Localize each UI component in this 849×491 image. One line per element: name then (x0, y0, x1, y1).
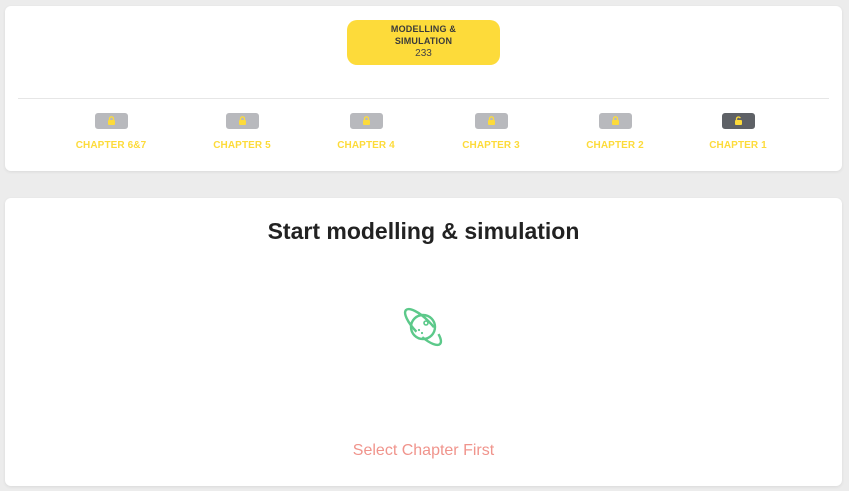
chapter-label: CHAPTER 3 (462, 140, 520, 151)
chapter-5-button[interactable]: CHAPTER 5 (182, 113, 302, 151)
chapter-4-button[interactable]: CHAPTER 4 (306, 113, 426, 151)
chapter-label: CHAPTER 2 (586, 140, 644, 151)
chapter-3-button[interactable]: CHAPTER 3 (431, 113, 551, 151)
chapter-1-button[interactable]: CHAPTER 1 (678, 113, 798, 151)
chapter-selector-card: MODELLING & SIMULATION 233 CHAPTER 6&7 C… (5, 6, 842, 171)
select-chapter-message: Select Chapter First (352, 442, 495, 459)
unlock-icon (721, 113, 755, 129)
chapter-label: CHAPTER 4 (337, 140, 395, 151)
page-title: Start modelling & simulation (267, 218, 580, 244)
course-title: MODELLING & SIMULATION (390, 24, 457, 46)
lock-icon (225, 113, 259, 129)
chapter-2-button[interactable]: CHAPTER 2 (555, 113, 675, 151)
course-badge: MODELLING & SIMULATION 233 (347, 20, 500, 65)
lock-icon (474, 113, 508, 129)
chapter-6-7-button[interactable]: CHAPTER 6&7 (51, 113, 171, 151)
chapter-label: CHAPTER 5 (213, 140, 271, 151)
course-count: 233 (415, 48, 432, 59)
main-content-card: Start modelling & simulation Select Chap… (5, 198, 842, 486)
divider (18, 98, 829, 99)
chapter-label: CHAPTER 1 (709, 140, 767, 151)
lock-icon (349, 113, 383, 129)
planet-icon (403, 307, 443, 347)
lock-icon (598, 113, 632, 129)
lock-icon (94, 113, 128, 129)
chapter-label: CHAPTER 6&7 (75, 140, 147, 151)
